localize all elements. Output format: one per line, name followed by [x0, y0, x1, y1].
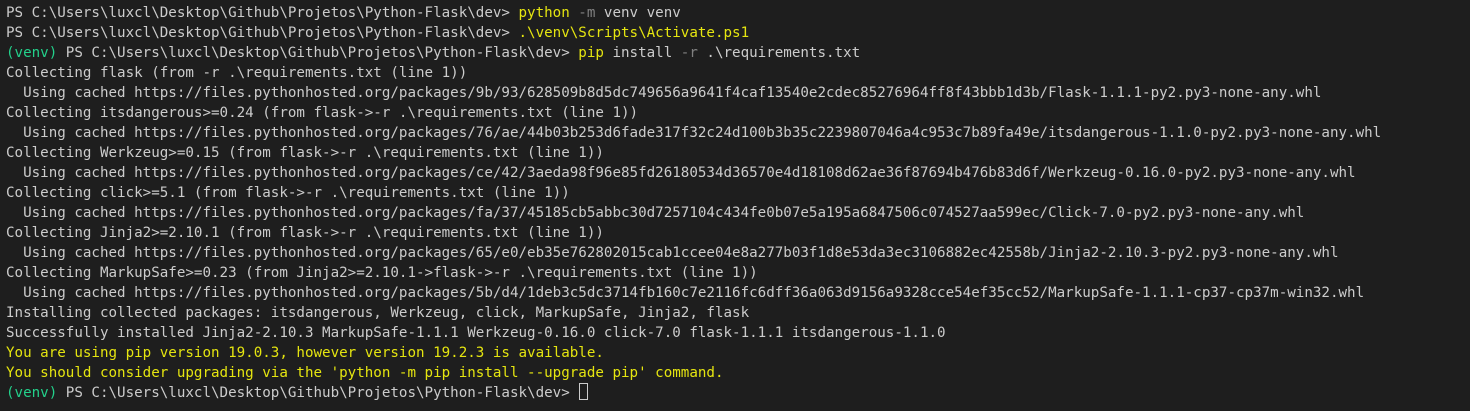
terminal-line: Collecting click>=5.1 (from flask->-r .\…: [6, 183, 1470, 203]
terminal-text: Using cached https://files.pythonhosted.…: [6, 245, 1339, 261]
terminal-line: Collecting itsdangerous>=0.24 (from flas…: [6, 103, 1470, 123]
terminal-line: Installing collected packages: itsdanger…: [6, 303, 1470, 323]
terminal-line: Using cached https://files.pythonhosted.…: [6, 123, 1470, 143]
terminal-text: Collecting Jinja2>=2.10.1 (from flask->-…: [6, 225, 604, 241]
terminal-text: PS C:\Users\luxcl\Desktop\Github\Projeto…: [6, 25, 519, 41]
venv-indicator: (venv): [6, 385, 58, 401]
terminal-text: .\requirements.txt: [697, 45, 861, 61]
terminal-text: Using cached https://files.pythonhosted.…: [6, 205, 1305, 221]
command-token: python: [518, 5, 570, 21]
terminal-text: Collecting flask (from -r .\requirements…: [6, 65, 468, 81]
cursor-caret[interactable]: [579, 383, 589, 400]
terminal-text: Installing collected packages: itsdanger…: [6, 305, 750, 321]
terminal-line: You should consider upgrading via the 'p…: [6, 363, 1470, 383]
terminal-text: Collecting itsdangerous>=0.24 (from flas…: [6, 105, 639, 121]
command-token: .\venv\Scripts\Activate.ps1: [518, 25, 750, 41]
terminal-text: install: [603, 45, 673, 61]
terminal-line: Using cached https://files.pythonhosted.…: [6, 283, 1470, 303]
terminal-text: Successfully installed Jinja2-2.10.3 Mar…: [6, 325, 946, 341]
parameter-token: -r: [672, 45, 698, 61]
terminal-text: PS C:\Users\luxcl\Desktop\Github\Projeto…: [57, 45, 579, 61]
terminal-text: Using cached https://files.pythonhosted.…: [6, 85, 1322, 101]
terminal-text: You should consider upgrading via the 'p…: [6, 365, 724, 381]
venv-indicator: (venv): [6, 45, 58, 61]
terminal-line: PS C:\Users\luxcl\Desktop\Github\Projeto…: [6, 3, 1470, 23]
terminal-line: Using cached https://files.pythonhosted.…: [6, 163, 1470, 183]
terminal-line: Collecting flask (from -r .\requirements…: [6, 63, 1470, 83]
terminal-line: Using cached https://files.pythonhosted.…: [6, 243, 1470, 263]
terminal-text: Collecting Werkzeug>=0.15 (from flask->-…: [6, 145, 604, 161]
terminal-line: Using cached https://files.pythonhosted.…: [6, 203, 1470, 223]
terminal-line: (venv) PS C:\Users\luxcl\Desktop\Github\…: [6, 383, 1470, 403]
terminal-text: Using cached https://files.pythonhosted.…: [6, 125, 1382, 141]
terminal-text: Collecting click>=5.1 (from flask->-r .\…: [6, 185, 570, 201]
terminal-line: (venv) PS C:\Users\luxcl\Desktop\Github\…: [6, 43, 1470, 63]
terminal-line: Collecting MarkupSafe>=0.23 (from Jinja2…: [6, 263, 1470, 283]
parameter-token: -m: [569, 5, 596, 21]
command-token: pip: [578, 45, 604, 61]
terminal-line: Successfully installed Jinja2-2.10.3 Mar…: [6, 323, 1470, 343]
terminal-text: PS C:\Users\luxcl\Desktop\Github\Projeto…: [57, 385, 579, 401]
terminal-line: Using cached https://files.pythonhosted.…: [6, 83, 1470, 103]
terminal-text: You are using pip version 19.0.3, howeve…: [6, 345, 604, 361]
terminal-line: Collecting Werkzeug>=0.15 (from flask->-…: [6, 143, 1470, 163]
terminal-output[interactable]: PS C:\Users\luxcl\Desktop\Github\Projeto…: [0, 0, 1470, 411]
terminal-text: Collecting MarkupSafe>=0.23 (from Jinja2…: [6, 265, 758, 281]
terminal-text: PS C:\Users\luxcl\Desktop\Github\Projeto…: [6, 5, 519, 21]
terminal-text: venv venv: [595, 5, 681, 21]
terminal-line: You are using pip version 19.0.3, howeve…: [6, 343, 1470, 363]
terminal-text: Using cached https://files.pythonhosted.…: [6, 285, 1365, 301]
terminal-line: Collecting Jinja2>=2.10.1 (from flask->-…: [6, 223, 1470, 243]
terminal-line: PS C:\Users\luxcl\Desktop\Github\Projeto…: [6, 23, 1470, 43]
terminal-text: Using cached https://files.pythonhosted.…: [6, 165, 1356, 181]
